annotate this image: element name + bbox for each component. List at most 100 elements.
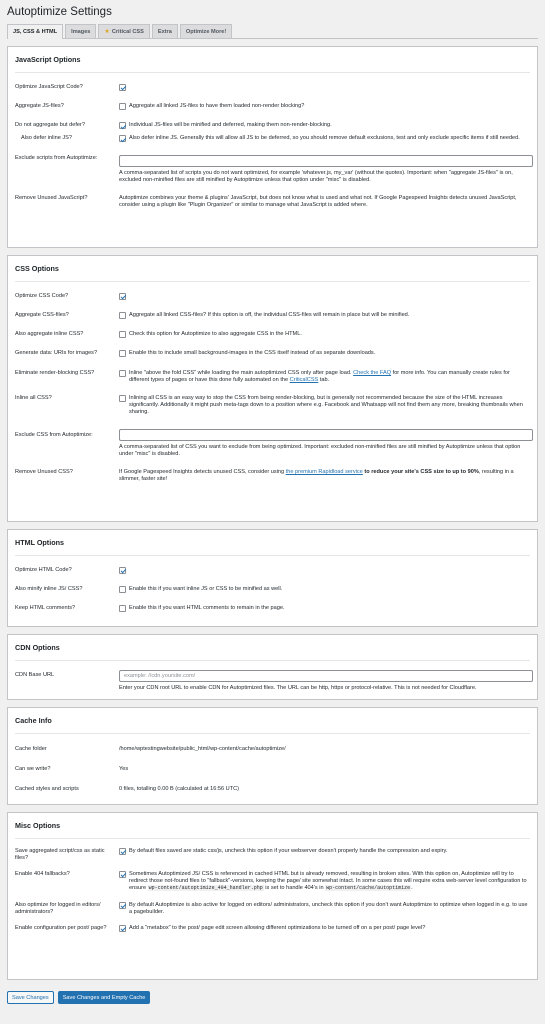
js-aggregate-label: Aggregate JS-files? (15, 103, 64, 109)
js-unused-desc: Autoptimize combines your theme & plugin… (119, 195, 517, 209)
tab-critical-css[interactable]: ★ Critical CSS (98, 24, 150, 38)
cdn-base-input[interactable]: example: //cdn.yoursite.com/ (119, 670, 533, 682)
js-unused-row: Remove Unused JavaScript? Autoptimize co… (15, 195, 530, 209)
css-inline-row: Also aggregate inline CSS? Check this op… (15, 331, 530, 339)
misc-fallback-label: Enable 404 fallbacks? (15, 871, 70, 877)
save-changes-button[interactable]: Save Changes (7, 991, 54, 1004)
star-icon: ★ (104, 29, 110, 35)
js-aggregate-checkbox[interactable] (119, 103, 126, 110)
settings-wrap: Autoptimize Settings JS, CSS & HTML Imag… (0, 0, 545, 1004)
js-aggregate-desc: Aggregate all linked JS-files to have th… (129, 103, 305, 109)
css-datauri-label: Generate data: URIs for images? (15, 350, 98, 357)
misc-loggedin-desc: By default Autoptimize is also active fo… (129, 901, 528, 915)
misc-options-title: Misc Options (15, 813, 530, 839)
misc-metabox-checkbox[interactable] (119, 925, 126, 933)
css-aggregate-desc: Aggregate all linked CSS-files? If this … (129, 312, 410, 318)
misc-static-desc: By default files saved are static css/js… (129, 848, 448, 854)
js-options-panel: JavaScript Options Optimize JavaScript C… (7, 46, 538, 248)
css-exclude-desc: A comma-separated list of CSS you want t… (119, 443, 521, 457)
form-buttons: Save Changes Save Changes and Empty Cach… (7, 991, 538, 1004)
cache-info-title: Cache Info (15, 708, 530, 734)
css-unused-row: Remove Unused CSS? If Google Pagespeed I… (15, 469, 530, 483)
cdn-base-desc: Enter your CDN root URL to enable CDN fo… (119, 685, 477, 691)
css-exclude-label: Exclude CSS from Autoptimize: (15, 431, 93, 438)
js-exclude-label: Exclude scripts from Autoptimize: (15, 154, 98, 161)
js-defer-checkbox[interactable] (119, 122, 126, 130)
faq-link[interactable]: Check the FAQ (353, 370, 391, 376)
cache-write-label: Can we write? (15, 766, 51, 773)
html-minify-row: Also minify inline JS/ CSS? Enable this … (15, 586, 530, 593)
js-optimize-label: Optimize JavaScript Code? (15, 84, 83, 90)
css-renderblock-row: Eliminate render-blocking CSS? Inline "a… (15, 369, 530, 384)
css-unused-label: Remove Unused CSS? (15, 469, 73, 476)
js-defer-row: Do not aggregate but defer? Individual J… (15, 122, 530, 130)
page-title: Autoptimize Settings (7, 6, 112, 18)
js-inline-defer-checkbox[interactable] (119, 135, 126, 143)
misc-metabox-desc: Add a "metabox" to the post/ page edit s… (129, 925, 426, 932)
html-minify-label: Also minify inline JS/ CSS? (15, 586, 83, 592)
misc-options-panel: Misc Options Save aggregated script/css … (7, 812, 538, 980)
cache-info-panel: Cache Info Cache folder /home/wptestingw… (7, 707, 538, 805)
css-renderblock-text-1: Inline "above the fold CSS" while loadin… (129, 369, 352, 376)
html-options-title: HTML Options (15, 530, 530, 556)
cache-write-value: Yes (119, 766, 129, 773)
js-exclude-desc: A comma-separated list of scripts you do… (119, 169, 513, 183)
cache-folder-label: Cache folder (15, 746, 47, 752)
misc-fallback-code-1: wp-content/autoptimize_404_handler.php (147, 885, 264, 892)
tab-optimize-more[interactable]: Optimize More! (179, 24, 233, 38)
html-optimize-row: Optimize HTML Code? (15, 567, 530, 574)
css-exclude-input[interactable] (119, 428, 533, 441)
css-optimize-checkbox[interactable] (119, 293, 126, 300)
js-inline-defer-label: Also defer inline JS? (21, 135, 72, 142)
cdn-base-label: CDN Base URL (15, 672, 55, 678)
misc-loggedin-checkbox[interactable] (119, 901, 126, 909)
cache-folder-row: Cache folder /home/wptestingwebsite/publ… (15, 746, 530, 753)
css-inline-checkbox[interactable] (119, 331, 126, 339)
misc-metabox-row: Enable configuration per post/ page? Add… (15, 925, 530, 933)
tab-bar: JS, CSS & HTML Images ★ Critical CSS Extr… (7, 24, 538, 39)
misc-loggedin-label: Also optimize for logged in editors/ adm… (15, 901, 101, 915)
cdn-options-panel: CDN Options CDN Base URL example: //cdn.… (7, 634, 538, 700)
rapidload-link[interactable]: the premium Rapidload service (286, 469, 363, 475)
css-options-panel: CSS Options Optimize CSS Code? Aggregate… (7, 255, 538, 522)
js-exclude-row: Exclude scripts from Autoptimize: A comm… (15, 154, 533, 184)
misc-static-label: Save aggregated script/css as static fil… (15, 848, 105, 861)
tab-images[interactable]: Images (65, 24, 97, 38)
misc-fallback-text-3: . (411, 885, 413, 892)
js-inline-defer-desc: Also defer inline JS. Generally this wil… (129, 135, 520, 142)
css-inlineall-checkbox[interactable] (119, 395, 126, 403)
css-inline-label: Also aggregate inline CSS? (15, 331, 84, 338)
js-optimize-row: Optimize JavaScript Code? (15, 84, 530, 91)
tab-js-css-html[interactable]: JS, CSS & HTML (7, 24, 64, 39)
html-comments-row: Keep HTML comments? Enable this if you w… (15, 605, 530, 613)
css-renderblock-text-3: tab. (319, 376, 330, 383)
cache-cached-row: Cached styles and scripts 0 files, total… (15, 786, 530, 793)
css-exclude-row: Exclude CSS from Autoptimize: A comma-se… (15, 428, 533, 458)
css-datauri-checkbox[interactable] (119, 350, 126, 358)
css-inlineall-desc: Inlining all CSS is an easy way to stop … (129, 395, 523, 416)
tab-extra[interactable]: Extra (151, 24, 178, 38)
html-comments-checkbox[interactable] (119, 605, 126, 613)
html-optimize-checkbox[interactable] (119, 567, 126, 574)
save-and-empty-cache-button[interactable]: Save Changes and Empty Cache (57, 991, 151, 1004)
misc-fallback-checkbox[interactable] (119, 871, 126, 878)
css-aggregate-checkbox[interactable] (119, 312, 126, 319)
html-comments-desc: Enable this if you want HTML comments to… (129, 605, 285, 612)
css-renderblock-checkbox[interactable] (119, 369, 126, 377)
cdn-options-title: CDN Options (15, 635, 530, 661)
css-unused-desc: If Google Pagespeed Insights detects unu… (119, 469, 530, 483)
misc-static-checkbox[interactable] (119, 848, 126, 855)
js-optimize-checkbox[interactable] (119, 84, 126, 91)
js-exclude-input[interactable] (119, 154, 533, 167)
js-unused-label: Remove Unused JavaScript? (15, 195, 88, 202)
criticalcss-link[interactable]: CriticalCSS (290, 377, 319, 383)
misc-fallback-row: Enable 404 fallbacks? Sometimes Autoptim… (15, 871, 530, 893)
html-options-panel: HTML Options Optimize HTML Code? Also mi… (7, 529, 538, 627)
css-aggregate-label: Aggregate CSS-files? (15, 312, 69, 318)
css-datauri-desc: Enable this to include small background-… (129, 350, 376, 357)
css-unused-text-2: to reduce your site's CSS size to up to … (364, 469, 479, 476)
css-unused-text-1: If Google Pagespeed Insights detects unu… (119, 469, 285, 476)
css-inline-desc: Check this option for Autoptimize to als… (129, 331, 302, 338)
misc-static-row: Save aggregated script/css as static fil… (15, 848, 530, 862)
html-minify-checkbox[interactable] (119, 586, 126, 593)
